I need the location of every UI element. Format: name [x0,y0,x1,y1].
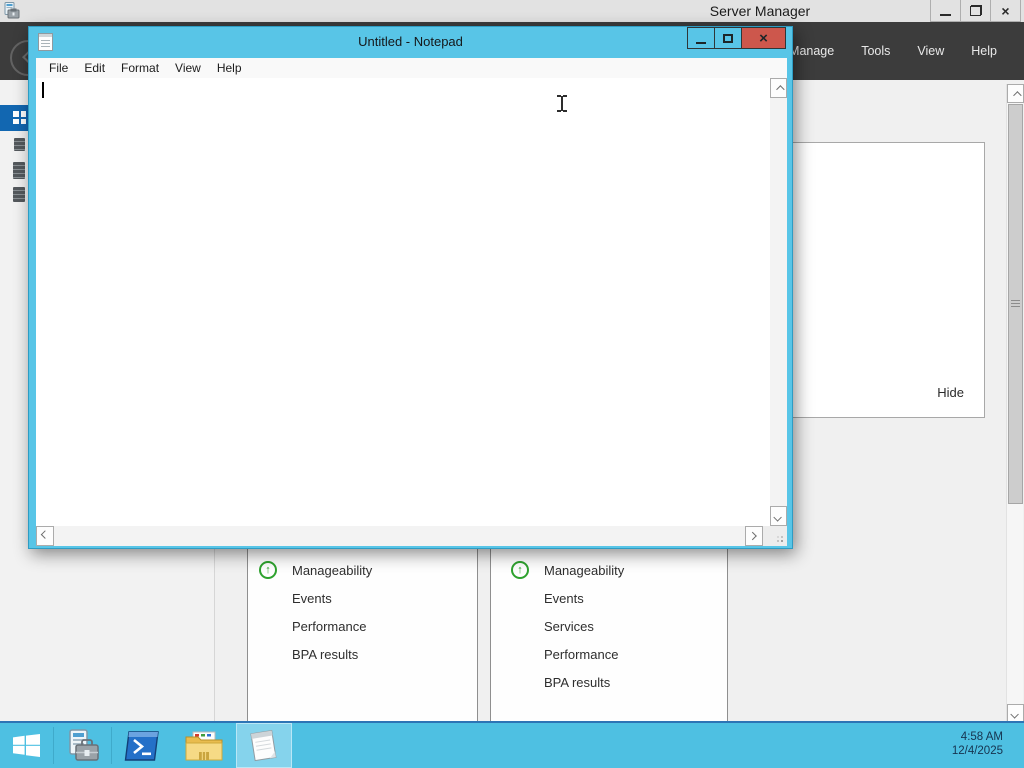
tile-row: Performance [259,612,477,640]
restore-button[interactable] [960,0,991,22]
notepad-text-area[interactable] [36,78,770,526]
tile-link-performance[interactable]: Performance [292,619,366,634]
server-manager-icon [69,728,99,761]
server-manager-window-controls: × [930,0,1021,22]
scroll-left-button[interactable] [36,526,54,546]
taskbar-server-manager-button[interactable] [54,723,110,768]
tile-link-manageability[interactable]: Manageability [292,563,372,578]
close-icon: × [1001,2,1010,19]
menu-format[interactable]: Format [113,59,167,77]
nav-item-icon[interactable] [14,138,25,151]
chevron-left-icon [40,530,50,539]
server-manager-menubar: Manage Tools View Help [789,22,997,80]
hide-button[interactable]: Hide [937,385,964,400]
taskbar-notepad-button[interactable] [236,723,292,768]
chevron-up-icon [1012,90,1022,100]
clock-date: 12/4/2025 [951,745,1003,757]
tile-row: Events [259,584,477,612]
file-explorer-icon [185,731,223,761]
chevron-up-icon [775,85,785,94]
tile-link-events[interactable]: Events [292,591,332,606]
server-manager-titlebar: Server Manager × [0,0,1024,22]
tile-link-bpa-results[interactable]: BPA results [292,647,358,662]
minimize-button[interactable] [687,27,715,49]
notepad-menubar: File Edit Format View Help [36,58,787,78]
menu-edit[interactable]: Edit [76,59,113,77]
chevron-down-icon [1009,710,1019,719]
tile-link-manageability[interactable]: Manageability [544,563,624,578]
powershell-icon [124,730,159,761]
notepad-horizontal-scrollbar[interactable] [36,526,763,546]
tile-row: Performance [511,640,727,668]
close-icon: × [759,29,768,47]
tile-row: ↑ Manageability [259,556,477,584]
minimize-icon [940,14,951,16]
nav-item-icon[interactable] [13,162,25,179]
restore-icon [969,5,982,16]
menu-manage[interactable]: Manage [789,44,834,58]
notepad-window-title: Untitled - Notepad [358,34,463,49]
grip-icon [781,540,783,542]
menu-help[interactable]: Help [209,59,250,77]
close-button[interactable]: × [741,27,786,49]
menu-help[interactable]: Help [971,44,997,58]
notepad-vertical-scrollbar[interactable] [770,78,787,526]
scroll-down-button[interactable] [1007,704,1024,722]
window-title: Server Manager [709,3,811,19]
menu-file[interactable]: File [41,59,76,77]
text-caret [42,82,44,98]
chevron-right-icon [748,531,757,541]
close-button[interactable]: × [990,0,1021,22]
scroll-down-button[interactable] [770,506,787,526]
tile-link-services[interactable]: Services [544,619,594,634]
ibeam-cursor [556,95,568,112]
notepad-icon [250,729,277,761]
notepad-window: Untitled - Notepad × File Edit Format Vi… [28,26,793,549]
scroll-up-button[interactable] [1007,84,1024,103]
menu-view[interactable]: View [167,59,209,77]
maximize-icon [723,33,733,43]
taskbar-file-explorer-button[interactable] [176,723,232,768]
minimize-button[interactable] [930,0,961,22]
tile-link-performance[interactable]: Performance [544,647,618,662]
start-button[interactable] [0,723,52,768]
taskbar-powershell-button[interactable] [112,723,172,768]
clock-time: 4:58 AM [960,731,1003,743]
grip-icon [1011,300,1020,308]
notepad-doc-icon [38,33,53,51]
notepad-window-controls: × [687,27,786,49]
tile-row: ↑ Manageability [511,556,727,584]
desktop: Server Manager × Manage Tools View Help … [0,0,1024,768]
nav-item-icon[interactable] [13,187,25,202]
windows-start-icon [12,734,40,757]
tile-link-bpa-results[interactable]: BPA results [544,675,610,690]
content-scrollbar[interactable] [1006,84,1024,722]
role-tile: ↑ Manageability Events Services Performa… [490,544,728,721]
tile-row: Events [511,584,727,612]
maximize-button[interactable] [714,27,742,49]
green-up-arrow-icon: ↑ [259,561,277,579]
taskbar-clock[interactable]: 4:58 AM 12/4/2025 [952,730,1003,758]
chevron-down-icon [772,513,782,522]
menu-tools[interactable]: Tools [861,44,890,58]
scroll-right-button[interactable] [745,526,763,546]
dashboard-grid-icon [13,111,26,124]
taskbar: × × [0,723,1024,768]
tile-row: Services [511,612,727,640]
green-up-arrow-icon: ↑ [511,561,529,579]
minimize-icon [696,42,706,44]
server-manager-icon [4,2,20,19]
scroll-up-button[interactable] [770,78,787,98]
tile-row: BPA results [259,640,477,668]
role-tile: ↑ Manageability Events Performance BPA r… [247,544,478,721]
resize-grip[interactable] [763,526,787,546]
tile-row: BPA results [511,668,727,696]
scrollbar-thumb[interactable] [1008,104,1023,504]
notepad-titlebar[interactable]: Untitled - Notepad × [29,27,792,58]
tile-link-events[interactable]: Events [544,591,584,606]
menu-view[interactable]: View [917,44,944,58]
